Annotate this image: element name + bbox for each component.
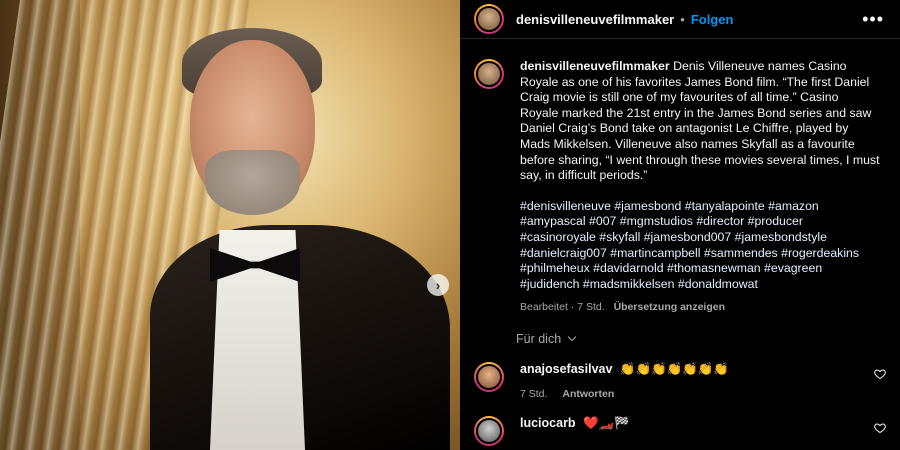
caption-text: Denis Villeneuve names Casino Royale as … bbox=[520, 59, 880, 183]
commenter-avatar-image bbox=[476, 363, 502, 390]
carousel-next-icon[interactable]: › bbox=[427, 274, 449, 296]
instagram-post: › denisvilleneuvefilmmaker • Folgen ••• … bbox=[0, 0, 900, 450]
comment-item: luciocarb ❤️🏎️🏁 bbox=[460, 415, 900, 446]
comment-username[interactable]: luciocarb bbox=[520, 416, 576, 430]
like-heart-icon[interactable] bbox=[874, 422, 886, 434]
comment-meta: 7 Std. Antworten bbox=[520, 388, 729, 400]
caption-body: denisvilleneuvefilmmaker Denis Villeneuv… bbox=[520, 59, 880, 316]
like-heart-icon[interactable] bbox=[874, 368, 886, 380]
comment-username[interactable]: anajosefasilvav bbox=[520, 362, 612, 376]
caption: denisvilleneuvefilmmaker Denis Villeneuv… bbox=[460, 39, 900, 316]
caption-avatar[interactable] bbox=[474, 59, 504, 89]
for-you-label: Für dich bbox=[516, 331, 562, 346]
for-you-dropdown[interactable]: Für dich bbox=[516, 331, 577, 346]
commenter-avatar[interactable] bbox=[474, 361, 504, 392]
author-avatar-image bbox=[476, 6, 502, 32]
caption-avatar-image bbox=[476, 61, 502, 87]
comment-body: anajosefasilvav 👏👏👏👏👏👏👏 7 Std. Antworten bbox=[520, 362, 729, 400]
author-username[interactable]: denisvilleneuvefilmmaker bbox=[516, 12, 674, 27]
more-options-icon[interactable]: ••• bbox=[862, 9, 884, 30]
author-avatar[interactable] bbox=[474, 4, 504, 34]
post-photo[interactable]: › bbox=[0, 0, 460, 450]
header-separator: • bbox=[680, 11, 685, 27]
translate-link[interactable]: Übersetzung anzeigen bbox=[614, 301, 725, 313]
caption-username[interactable]: denisvilleneuvefilmmaker bbox=[520, 59, 670, 73]
comment-item: anajosefasilvav 👏👏👏👏👏👏👏 7 Std. Antworten bbox=[460, 361, 900, 400]
comment-body: luciocarb ❤️🏎️🏁 bbox=[520, 416, 630, 446]
comment-time: 7 Std. bbox=[520, 387, 548, 400]
caption-hashtags[interactable]: #denisvilleneuve #jamesbond #tanyalapoin… bbox=[520, 199, 880, 293]
portrait-figure bbox=[150, 20, 450, 450]
chevron-down-icon bbox=[567, 333, 577, 342]
post-header: denisvilleneuvefilmmaker • Folgen ••• bbox=[460, 0, 900, 39]
reply-button[interactable]: Antworten bbox=[562, 388, 614, 400]
commenter-avatar[interactable] bbox=[474, 415, 504, 446]
follow-button[interactable]: Folgen bbox=[691, 12, 734, 27]
caption-edited-time: Bearbeitet · 7 Std. bbox=[520, 301, 605, 314]
comment-text: 👏👏👏👏👏👏👏 bbox=[619, 361, 729, 376]
comment-text: ❤️🏎️🏁 bbox=[583, 415, 630, 430]
caption-meta: Bearbeitet · 7 Std. Übersetzung anzeigen bbox=[520, 300, 880, 316]
portrait-beard bbox=[205, 150, 300, 215]
commenter-avatar-image bbox=[476, 417, 502, 444]
post-sidebar: denisvilleneuvefilmmaker • Folgen ••• de… bbox=[460, 0, 900, 450]
